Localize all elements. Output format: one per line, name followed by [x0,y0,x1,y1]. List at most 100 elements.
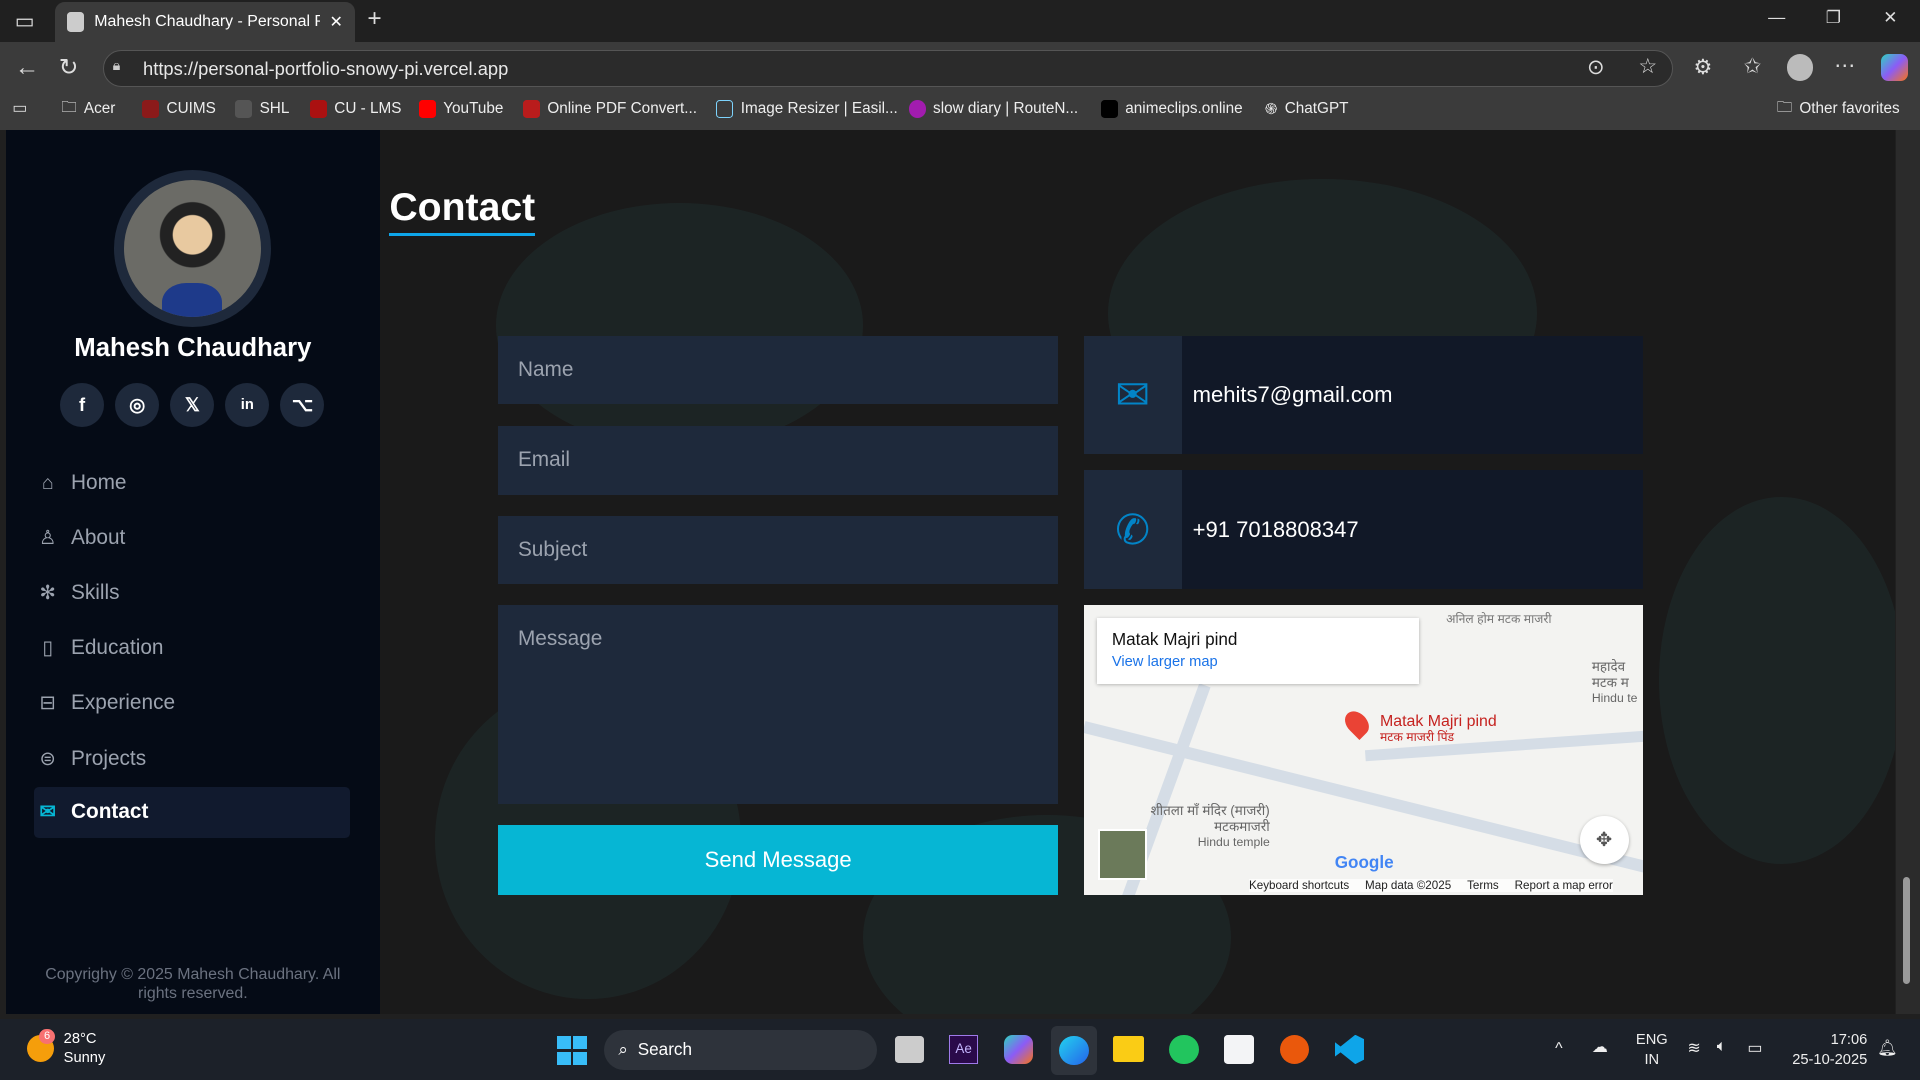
bookmark-image-resizer[interactable]: Image Resizer | Easil... [716,96,898,123]
email-address[interactable]: mehits7@gmail.com [1181,335,1644,455]
tab-actions-icon[interactable]: ▭ [15,9,35,34]
map-pan-control[interactable]: ✥ [1579,815,1629,865]
more-icon[interactable]: ⋯ [1834,53,1855,78]
weather-widget[interactable]: 28°C Sunny [64,1030,106,1069]
report-error-link[interactable]: Report a map error [1515,879,1613,892]
nav-experience[interactable]: ⊟ Experience [34,678,350,728]
windows-start-icon[interactable] [557,1035,587,1066]
map-footer: Keyboard shortcuts Map data ©2025 Terms … [1248,879,1613,893]
atom-icon: ✻ [39,582,56,605]
favorites-icon[interactable]: ✩ [1744,54,1761,79]
page-scrollbar[interactable] [1895,129,1920,1014]
other-favorites[interactable]: 🗀︎ Other favorites [1777,96,1900,123]
message-textarea[interactable]: Message [498,604,1058,805]
favorite-star-icon[interactable]: ☆ [1638,54,1657,79]
language-indicator[interactable]: ENG IN [1636,1031,1668,1070]
nav-home[interactable]: ⌂ Home [34,458,350,508]
profile-avatar[interactable] [1786,53,1814,81]
tab-title: Mahesh Chaudhary - Personal Por [94,13,320,31]
bookmark-chatgpt[interactable]: ֍ ChatGPT [1265,96,1349,123]
cu-lms-icon [309,100,327,118]
onedrive-icon[interactable]: ☁ [1592,1037,1608,1057]
new-tab-icon[interactable]: + [367,5,381,33]
fl-studio-icon[interactable] [1279,1034,1309,1065]
bookmark-cuims[interactable]: CUIMS [142,96,216,123]
page-title: Contact [389,186,536,236]
map-poi-label: महादेव मटक म Hindu te [1591,658,1638,705]
url-text: https://personal-portfolio-snowy-pi.verc… [143,57,509,79]
bookmark-slow-diary[interactable]: slow diary | RouteN... [908,96,1078,123]
bookmark-acer[interactable]: 🗀︎ Acer [61,96,115,123]
map-place-name: Matak Majri pind [1111,629,1238,650]
file-explorer-icon[interactable] [1113,1035,1144,1062]
view-larger-map-link[interactable]: View larger map [1112,654,1405,670]
nav-projects[interactable]: ⊜ Projects [34,733,350,783]
bookmark-shl[interactable]: SHL [235,96,289,123]
edge-taskbar-icon[interactable] [1050,1026,1098,1076]
collections-icon[interactable]: ▭ [12,98,27,118]
bookmark-cu-lms[interactable]: CU - LMS [309,96,401,123]
image-resizer-icon [716,100,734,118]
send-message-button[interactable]: Send Message [498,825,1058,896]
cuims-icon [142,100,160,118]
mail-icon: ✉ [39,801,56,824]
folder-icon: 🗀︎ [61,98,77,116]
email-card: ✉ mehits7@gmail.com [1083,335,1644,455]
restore-icon[interactable]: ❐ [1826,7,1841,28]
spotify-icon[interactable] [1169,1034,1199,1065]
envelope-icon: ✉ [1083,335,1182,455]
home-icon: ⌂ [41,471,54,494]
lock-icon[interactable]: 🔒︎ [113,58,121,74]
nav-skills[interactable]: ✻ Skills [34,568,350,618]
copilot-icon[interactable] [1880,53,1908,81]
extensions-icon[interactable]: ⚙ [1693,55,1712,80]
nav-education[interactable]: ▯ Education [34,623,350,673]
phone-number[interactable]: +91 7018808347 [1181,470,1644,589]
book-icon: ▯ [42,637,54,660]
keyboard-shortcuts-link[interactable]: Keyboard shortcuts [1249,879,1349,892]
taskbar-search[interactable]: ⌕ Search [603,1029,877,1071]
nav-contact[interactable]: ✉ Contact [34,787,351,838]
youtube-icon [418,100,436,118]
bookmark-youtube[interactable]: YouTube [418,96,503,123]
bookmark-animeclips[interactable]: animeclips.online [1100,96,1243,123]
map-pin-icon[interactable] [1340,707,1374,741]
google-logo: Google [1334,852,1394,873]
volume-icon[interactable]: 🔈︎ [1717,1038,1727,1056]
back-icon[interactable]: ← [15,54,39,82]
bookmark-pdf[interactable]: Online PDF Convert... [522,96,697,123]
copyright: Copyrighy © 2025 Mahesh Chaudhary. All r… [45,965,341,1003]
notifications-icon[interactable]: 🔔︎ [1877,1038,1897,1058]
copilot-app-icon[interactable] [1004,1034,1034,1065]
show-hidden-icons[interactable]: ^ [1555,1040,1562,1058]
close-window-icon[interactable]: ✕ [1883,7,1897,28]
subject-input[interactable]: Subject [498,515,1058,585]
ms-store-icon[interactable] [1224,1034,1254,1065]
nav-about[interactable]: ♙ About [34,513,350,563]
map-data-label: Map data ©2025 [1365,879,1452,893]
task-view-icon[interactable] [895,1035,925,1063]
reader-icon[interactable]: ⊙ [1587,55,1604,80]
avatar [113,170,271,327]
battery-icon[interactable]: ▭ [1747,1038,1762,1058]
projects-icon: ⊜ [39,747,56,770]
refresh-icon[interactable]: ↻ [59,54,78,81]
minimize-icon[interactable]: — [1768,7,1785,28]
clock[interactable]: 17:06 25-10-2025 [1782,1031,1867,1070]
address-bar[interactable]: https://personal-portfolio-snowy-pi.verc… [102,50,1673,87]
slow-diary-icon [908,100,926,118]
wifi-icon[interactable]: ≋ [1687,1038,1700,1058]
map-info-box: Matak Majri pind View larger map [1097,618,1420,685]
google-map[interactable]: Matak Majri pind View larger map अनिल हो… [1083,604,1644,896]
satellite-toggle[interactable] [1098,828,1148,881]
map-poi-label: अनिल होम मटक माजरी [1446,611,1552,626]
terms-link[interactable]: Terms [1467,879,1499,892]
phone-card: ✆ +91 7018808347 [1083,470,1644,589]
after-effects-icon[interactable]: Ae [948,1034,979,1065]
browser-tab[interactable]: Mahesh Chaudhary - Personal Por ✕ [55,2,356,42]
name-input[interactable]: Name [498,335,1058,405]
close-tab-icon[interactable]: ✕ [330,12,343,32]
map-pin-label: Matak Majri pind मटक माजरी पिंड [1379,713,1497,744]
animeclips-icon [1100,100,1118,118]
email-input[interactable]: Email [498,426,1058,495]
